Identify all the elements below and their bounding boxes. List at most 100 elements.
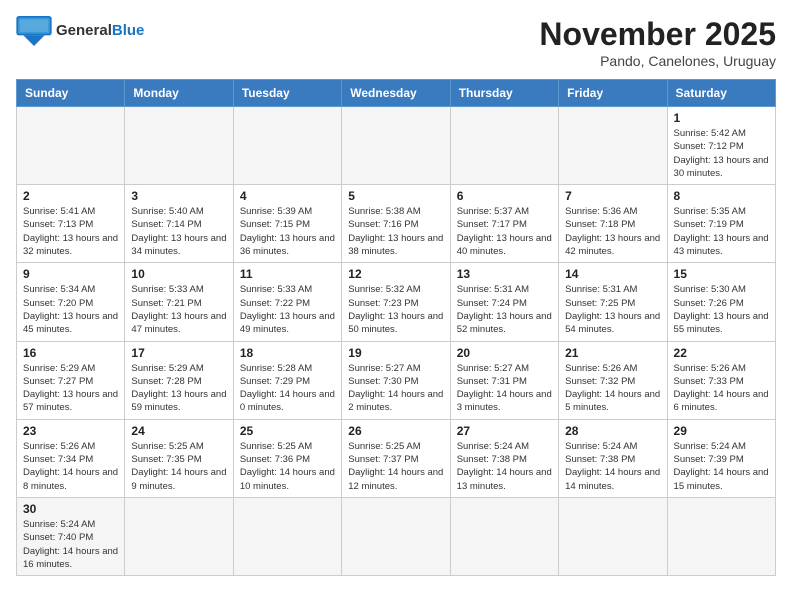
logo-label: GeneralBlue [56,23,144,40]
day-number: 10 [131,267,226,281]
calendar-cell [450,107,558,185]
day-info: Sunrise: 5:27 AMSunset: 7:30 PMDaylight:… [348,362,443,415]
title-area: November 2025 Pando, Canelones, Uruguay [539,16,776,69]
day-number: 23 [23,424,118,438]
weekday-header-saturday: Saturday [667,80,775,107]
day-number: 29 [674,424,769,438]
calendar-cell: 13Sunrise: 5:31 AMSunset: 7:24 PMDayligh… [450,263,558,341]
calendar-cell: 30Sunrise: 5:24 AMSunset: 7:40 PMDayligh… [17,497,125,575]
day-number: 26 [348,424,443,438]
day-number: 16 [23,346,118,360]
day-info: Sunrise: 5:28 AMSunset: 7:29 PMDaylight:… [240,362,335,415]
header: GeneralBlue November 2025 Pando, Canelon… [16,16,776,69]
logo: GeneralBlue [16,16,144,46]
day-info: Sunrise: 5:37 AMSunset: 7:17 PMDaylight:… [457,205,552,258]
calendar-cell: 2 Sunrise: 5:41 AMSunset: 7:13 PMDaylight… [17,185,125,263]
calendar-cell [17,107,125,185]
calendar-cell [450,497,558,575]
day-number: 30 [23,502,118,516]
day-number: 13 [457,267,552,281]
day-info: Sunrise: 5:24 AMSunset: 7:38 PMDaylight:… [565,440,660,493]
calendar-cell: 19 Sunrise: 5:27 AMSunset: 7:30 PMDayligh… [342,341,450,419]
calendar-cell: 18 Sunrise: 5:28 AMSunset: 7:29 PMDayligh… [233,341,341,419]
weekday-header-wednesday: Wednesday [342,80,450,107]
calendar-cell: 23 Sunrise: 5:26 AMSunset: 7:34 PMDayligh… [17,419,125,497]
calendar-cell: 20Sunrise: 5:27 AMSunset: 7:31 PMDayligh… [450,341,558,419]
day-number: 19 [348,346,443,360]
calendar-cell: 27 Sunrise: 5:24 AMSunset: 7:38 PMDayligh… [450,419,558,497]
day-number: 4 [240,189,335,203]
day-info: Sunrise: 5:24 AMSunset: 7:38 PMDaylight:… [457,440,552,493]
day-info: Sunrise: 5:42 AMSunset: 7:12 PMDaylight:… [674,127,769,180]
day-number: 3 [131,189,226,203]
day-info: Sunrise: 5:33 AMSunset: 7:21 PMDaylight:… [131,283,226,336]
day-info: Sunrise: 5:32 AMSunset: 7:23 PMDaylight:… [348,283,443,336]
day-info: Sunrise: 5:34 AMSunset: 7:20 PMDaylight:… [23,283,118,336]
day-info: Sunrise: 5:30 AMSunset: 7:26 PMDaylight:… [674,283,769,336]
calendar-cell [559,107,667,185]
calendar-cell: 7 Sunrise: 5:36 AMSunset: 7:18 PMDaylight… [559,185,667,263]
calendar-cell: 21 Sunrise: 5:26 AMSunset: 7:32 PMDayligh… [559,341,667,419]
day-info: Sunrise: 5:38 AMSunset: 7:16 PMDaylight:… [348,205,443,258]
calendar-cell: 6Sunrise: 5:37 AMSunset: 7:17 PMDaylight… [450,185,558,263]
weekday-header-tuesday: Tuesday [233,80,341,107]
day-number: 21 [565,346,660,360]
calendar-cell: 24 Sunrise: 5:25 AMSunset: 7:35 PMDayligh… [125,419,233,497]
day-info: Sunrise: 5:26 AMSunset: 7:34 PMDaylight:… [23,440,118,493]
day-number: 12 [348,267,443,281]
calendar-cell [125,497,233,575]
day-number: 18 [240,346,335,360]
day-number: 27 [457,424,552,438]
calendar-cell [125,107,233,185]
day-info: Sunrise: 5:25 AMSunset: 7:35 PMDaylight:… [131,440,226,493]
month-year: November 2025 [539,16,776,53]
calendar-cell [667,497,775,575]
day-number: 11 [240,267,335,281]
weekday-header-thursday: Thursday [450,80,558,107]
day-info: Sunrise: 5:25 AMSunset: 7:37 PMDaylight:… [348,440,443,493]
calendar-cell: 4 Sunrise: 5:39 AMSunset: 7:15 PMDaylight… [233,185,341,263]
weekday-header-friday: Friday [559,80,667,107]
calendar-cell: 9 Sunrise: 5:34 AMSunset: 7:20 PMDaylight… [17,263,125,341]
day-info: Sunrise: 5:40 AMSunset: 7:14 PMDaylight:… [131,205,226,258]
calendar-cell: 3 Sunrise: 5:40 AMSunset: 7:14 PMDaylight… [125,185,233,263]
calendar-cell: 15Sunrise: 5:30 AMSunset: 7:26 PMDayligh… [667,263,775,341]
calendar-cell: 16 Sunrise: 5:29 AMSunset: 7:27 PMDayligh… [17,341,125,419]
calendar-cell [559,497,667,575]
weekday-header-monday: Monday [125,80,233,107]
calendar-cell: 29 Sunrise: 5:24 AMSunset: 7:39 PMDayligh… [667,419,775,497]
day-number: 9 [23,267,118,281]
day-info: Sunrise: 5:24 AMSunset: 7:39 PMDaylight:… [674,440,769,493]
calendar: SundayMondayTuesdayWednesdayThursdayFrid… [16,79,776,576]
calendar-cell: 22 Sunrise: 5:26 AMSunset: 7:33 PMDayligh… [667,341,775,419]
day-info: Sunrise: 5:41 AMSunset: 7:13 PMDaylight:… [23,205,118,258]
day-info: Sunrise: 5:29 AMSunset: 7:27 PMDaylight:… [23,362,118,415]
day-number: 25 [240,424,335,438]
day-number: 5 [348,189,443,203]
calendar-cell: 14Sunrise: 5:31 AMSunset: 7:25 PMDayligh… [559,263,667,341]
day-info: Sunrise: 5:33 AMSunset: 7:22 PMDaylight:… [240,283,335,336]
calendar-cell [342,107,450,185]
calendar-cell: 5 Sunrise: 5:38 AMSunset: 7:16 PMDaylight… [342,185,450,263]
day-info: Sunrise: 5:26 AMSunset: 7:33 PMDaylight:… [674,362,769,415]
day-info: Sunrise: 5:36 AMSunset: 7:18 PMDaylight:… [565,205,660,258]
day-number: 22 [674,346,769,360]
calendar-cell: 1 Sunrise: 5:42 AMSunset: 7:12 PMDaylight… [667,107,775,185]
calendar-cell [233,107,341,185]
calendar-cell: 12 Sunrise: 5:32 AMSunset: 7:23 PMDayligh… [342,263,450,341]
day-number: 1 [674,111,769,125]
day-number: 7 [565,189,660,203]
day-number: 2 [23,189,118,203]
calendar-cell: 10 Sunrise: 5:33 AMSunset: 7:21 PMDayligh… [125,263,233,341]
day-info: Sunrise: 5:26 AMSunset: 7:32 PMDaylight:… [565,362,660,415]
day-info: Sunrise: 5:31 AMSunset: 7:25 PMDaylight:… [565,283,660,336]
day-info: Sunrise: 5:39 AMSunset: 7:15 PMDaylight:… [240,205,335,258]
calendar-cell [342,497,450,575]
day-info: Sunrise: 5:27 AMSunset: 7:31 PMDaylight:… [457,362,552,415]
calendar-cell [233,497,341,575]
day-number: 24 [131,424,226,438]
calendar-cell: 8Sunrise: 5:35 AMSunset: 7:19 PMDaylight… [667,185,775,263]
calendar-header: SundayMondayTuesdayWednesdayThursdayFrid… [17,80,776,107]
weekday-header-sunday: Sunday [17,80,125,107]
calendar-cell: 11 Sunrise: 5:33 AMSunset: 7:22 PMDayligh… [233,263,341,341]
